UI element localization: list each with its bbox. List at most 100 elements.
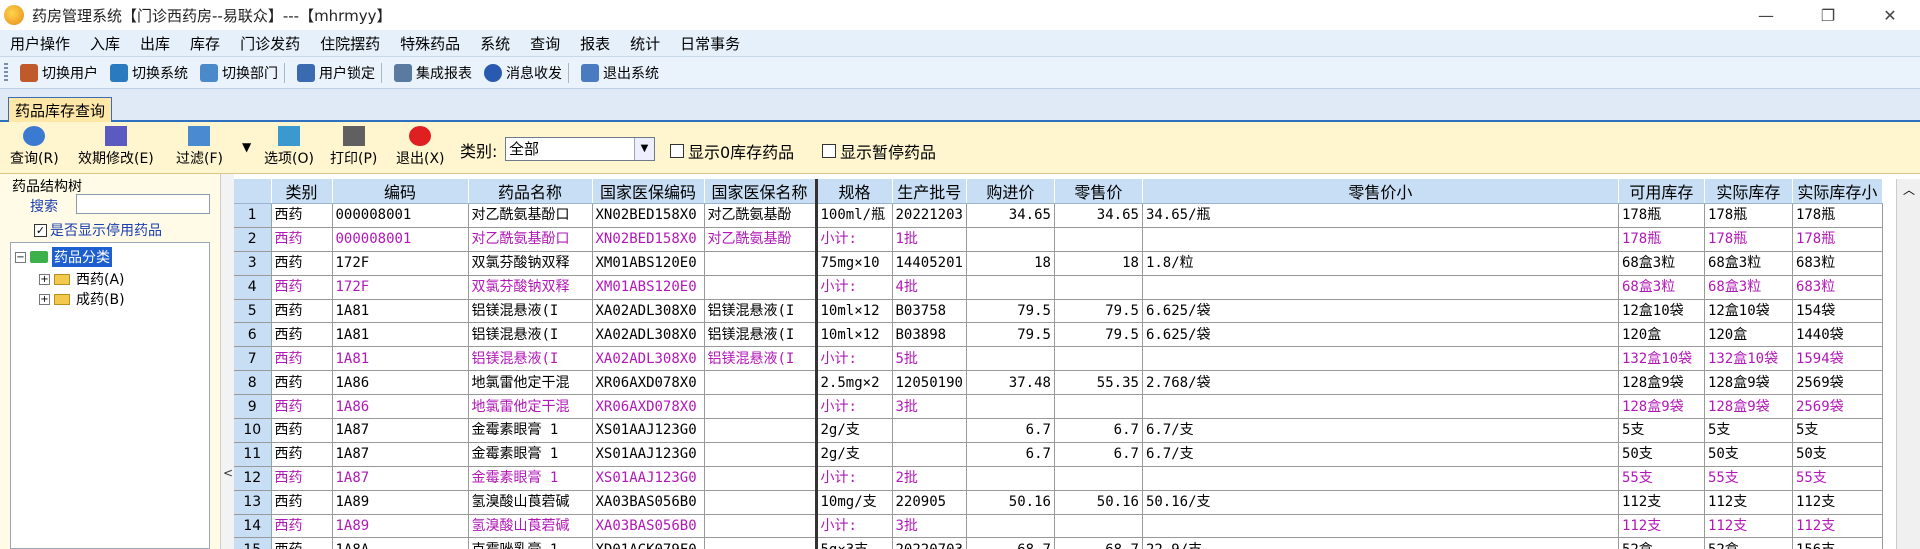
- table-cell[interactable]: XM01ABS120E0: [592, 251, 705, 276]
- table-cell[interactable]: [966, 346, 1055, 372]
- table-cell[interactable]: 79.5: [1054, 322, 1143, 348]
- restore-button[interactable]: ❐: [1800, 0, 1856, 30]
- table-cell[interactable]: [1054, 514, 1143, 539]
- tree-node-patent[interactable]: + 成药(B): [39, 289, 125, 309]
- print-button[interactable]: 打印(P): [330, 126, 377, 168]
- table-cell[interactable]: 6.625/袋: [1142, 322, 1619, 348]
- scroll-up-icon[interactable]: ︿: [1903, 181, 1915, 198]
- table-cell[interactable]: 5g×3支: [816, 537, 893, 549]
- table-cell[interactable]: [1142, 394, 1619, 420]
- table-cell[interactable]: 000008001: [332, 227, 469, 252]
- table-cell[interactable]: 1594袋: [1792, 346, 1883, 372]
- table-cell[interactable]: 12盒10袋: [1618, 299, 1705, 324]
- table-cell[interactable]: 20221203: [892, 203, 967, 228]
- query-button[interactable]: 查询(R): [10, 126, 59, 168]
- show-suspended-checkbox[interactable]: 显示暂停药品: [822, 139, 936, 163]
- menu-outpatient-dispense[interactable]: 门诊发药: [230, 33, 310, 54]
- switch-dept-button[interactable]: 切换部门: [194, 59, 291, 87]
- column-header[interactable]: 零售价: [1054, 179, 1143, 204]
- column-header[interactable]: 国家医保编码: [592, 179, 705, 204]
- table-cell[interactable]: 75mg×10: [816, 251, 893, 276]
- table-cell[interactable]: 西药: [271, 442, 333, 467]
- table-cell[interactable]: 地氯雷他定干混: [468, 394, 593, 420]
- table-cell[interactable]: 2.768/袋: [1142, 370, 1619, 396]
- table-cell[interactable]: XR06AXD078X0: [592, 394, 705, 420]
- tree-search-input[interactable]: [76, 194, 210, 214]
- table-cell[interactable]: 2569袋: [1792, 370, 1883, 396]
- table-cell[interactable]: 178瓶: [1618, 227, 1705, 252]
- menu-daily-tasks[interactable]: 日常事务: [670, 33, 750, 54]
- table-cell[interactable]: 178瓶: [1618, 203, 1705, 228]
- expand-icon[interactable]: +: [39, 293, 50, 305]
- table-cell[interactable]: 西药: [271, 299, 333, 324]
- table-cell[interactable]: XA03BAS056B0: [592, 490, 705, 515]
- checkbox-box[interactable]: [822, 144, 836, 158]
- table-cell[interactable]: [1142, 346, 1619, 372]
- table-row[interactable]: 1 西药 000008001 对乙酰氨基酚口 XN02BED158X0 对乙酰氨基酚 100…: [234, 203, 1883, 228]
- table-cell[interactable]: 34.65/瓶: [1142, 203, 1619, 228]
- table-cell[interactable]: [704, 418, 818, 443]
- subtotal-row[interactable]: 12 西药 1A87 金霉素眼膏 1 XS01AAJ123G0 小计: 2批 55支 55支 55…: [234, 466, 1883, 491]
- table-cell[interactable]: 2569袋: [1792, 394, 1883, 420]
- table-cell[interactable]: 西药: [271, 251, 333, 276]
- table-cell[interactable]: 金霉素眼膏 1: [468, 442, 593, 467]
- menu-query[interactable]: 查询: [520, 33, 570, 54]
- table-cell[interactable]: [966, 394, 1055, 420]
- table-cell[interactable]: [1054, 227, 1143, 252]
- table-cell[interactable]: 西药: [271, 418, 333, 443]
- table-cell[interactable]: [1142, 227, 1619, 252]
- table-cell[interactable]: 50.16: [1054, 490, 1143, 515]
- table-cell[interactable]: 西药: [271, 514, 333, 539]
- table-cell[interactable]: XS01AAJ123G0: [592, 442, 705, 467]
- table-cell[interactable]: 小计:: [816, 514, 893, 539]
- table-row[interactable]: 13 西药 1A89 氢溴酸山莨菪碱 XA03BAS056B0 10mg/支 220905 5…: [234, 490, 1883, 515]
- collapse-icon[interactable]: −: [15, 251, 26, 263]
- subtotal-row[interactable]: 9 西药 1A86 地氯雷他定干混 XR06AXD078X0 小计: 3批 128盒9袋 128…: [234, 394, 1883, 420]
- filter-dropdown-arrow-icon[interactable]: ▼: [242, 140, 251, 154]
- table-cell[interactable]: [704, 442, 818, 467]
- vertical-scrollbar[interactable]: ︿: [1896, 179, 1920, 549]
- column-header[interactable]: 编码: [332, 179, 469, 204]
- table-cell[interactable]: 对乙酰氨基酚口: [468, 227, 593, 252]
- table-cell[interactable]: XA02ADL308X0: [592, 299, 705, 324]
- table-cell[interactable]: 50支: [1792, 442, 1883, 467]
- table-cell[interactable]: 2g/支: [816, 418, 893, 443]
- table-cell[interactable]: 西药: [271, 537, 333, 549]
- tab-drug-stock-query[interactable]: 药品库存查询: [8, 97, 113, 122]
- table-cell[interactable]: [1054, 346, 1143, 372]
- table-cell[interactable]: [966, 514, 1055, 539]
- table-cell[interactable]: 5支: [1792, 418, 1883, 443]
- column-header[interactable]: 购进价: [966, 179, 1055, 204]
- table-cell[interactable]: 西药: [271, 370, 333, 396]
- table-cell[interactable]: 20220703: [892, 537, 967, 549]
- table-cell[interactable]: 683粒: [1792, 251, 1883, 276]
- menu-reports[interactable]: 报表: [570, 33, 620, 54]
- table-cell[interactable]: [1142, 514, 1619, 539]
- subtotal-row[interactable]: 7 西药 1A81 铝镁混悬液(I XA02ADL308X0 铝镁混悬液(I 小计: 5批 13…: [234, 346, 1883, 372]
- table-cell[interactable]: 22.9/支: [1142, 537, 1619, 549]
- table-cell[interactable]: 000008001: [332, 203, 469, 228]
- table-cell[interactable]: 14405201: [892, 251, 967, 276]
- table-cell[interactable]: [892, 418, 967, 443]
- table-cell[interactable]: 小计:: [816, 466, 893, 491]
- table-cell[interactable]: 68盒3粒: [1618, 275, 1705, 300]
- table-cell[interactable]: 128盒9袋: [1704, 394, 1793, 420]
- table-cell[interactable]: 112支: [1618, 490, 1705, 515]
- table-cell[interactable]: 55支: [1792, 466, 1883, 491]
- table-cell[interactable]: 小计:: [816, 227, 893, 252]
- filter-button[interactable]: 过滤(F): [176, 126, 223, 168]
- table-cell[interactable]: 178瓶: [1792, 227, 1883, 252]
- table-cell[interactable]: 6.7/支: [1142, 418, 1619, 443]
- table-cell[interactable]: [704, 466, 818, 491]
- exit-system-button[interactable]: 退出系统: [575, 59, 665, 87]
- checkbox-checked[interactable]: ✓: [34, 223, 47, 237]
- table-row[interactable]: 6 西药 1A81 铝镁混悬液(I XA02ADL308X0 铝镁混悬液(I 10ml×12…: [234, 322, 1883, 348]
- table-cell[interactable]: 6.625/袋: [1142, 299, 1619, 324]
- table-cell[interactable]: 79.5: [1054, 299, 1143, 324]
- table-cell[interactable]: 铝镁混悬液(I: [704, 322, 818, 348]
- exit-button[interactable]: 退出(X): [396, 126, 445, 168]
- table-cell[interactable]: [704, 394, 818, 420]
- checkbox-box[interactable]: [670, 144, 684, 158]
- table-cell[interactable]: 128盒9袋: [1618, 394, 1705, 420]
- table-row[interactable]: 11 西药 1A87 金霉素眼膏 1 XS01AAJ123G0 2g/支 6.7 6.7 6.7…: [234, 442, 1883, 467]
